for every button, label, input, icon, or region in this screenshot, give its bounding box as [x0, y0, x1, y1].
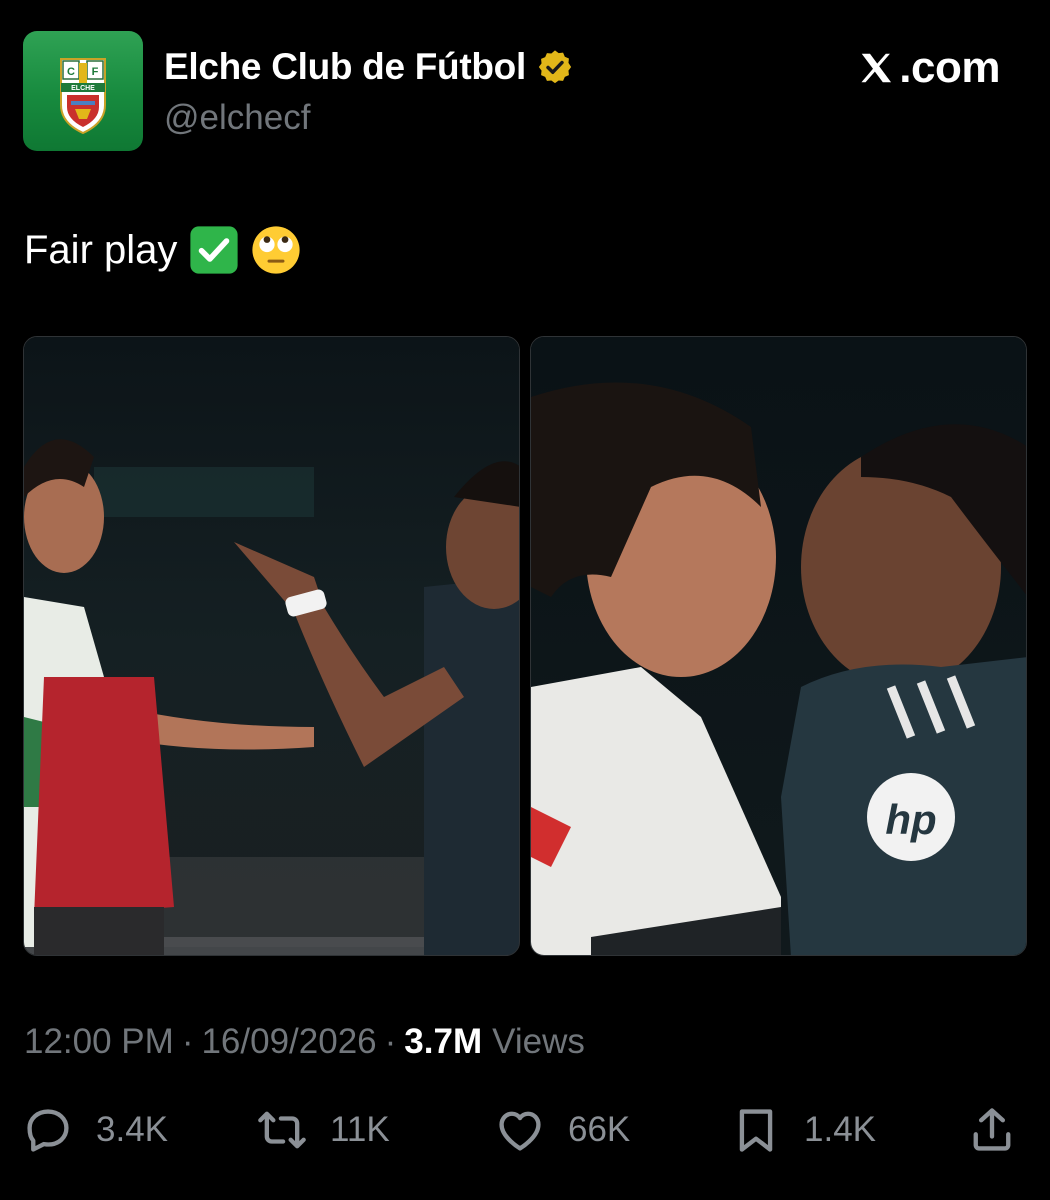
reply-count: 3.4K	[96, 1110, 168, 1149]
x-brand: .com	[857, 40, 1000, 96]
user-handle[interactable]: @elchecf	[164, 98, 310, 138]
elche-crest-icon: C F ELCHE	[60, 58, 106, 135]
tweet-text: Fair play	[24, 220, 301, 280]
x-logo-icon	[861, 53, 892, 83]
meta-separator-2: ·	[384, 1022, 397, 1061]
bookmark-icon	[739, 1109, 773, 1152]
bookmark-button[interactable]: 1.4K	[730, 1100, 876, 1160]
tweet-date[interactable]: 16/09/2026	[201, 1022, 376, 1062]
tweet-photo-1[interactable]	[23, 336, 520, 956]
svg-text:hp: hp	[885, 796, 936, 843]
bookmark-count: 1.4K	[804, 1110, 876, 1149]
views-count: 3.7M	[404, 1022, 483, 1061]
display-name-row: Elche Club de Fútbol	[164, 44, 574, 90]
repost-count: 11K	[330, 1110, 390, 1149]
check-mark-button-emoji	[190, 226, 239, 274]
repost-icon	[258, 1111, 306, 1149]
photo-players-arguing-image	[24, 337, 519, 955]
share-button[interactable]	[966, 1100, 1018, 1160]
tweet-photo-2[interactable]: hp	[530, 336, 1027, 956]
reply-button[interactable]: 3.4K	[22, 1100, 168, 1160]
tweet-meta: 12:00 PM · 16/09/2026 · 3.7M Views	[24, 1018, 585, 1066]
reply-icon	[27, 1109, 69, 1152]
meta-separator-1: ·	[181, 1022, 194, 1061]
brand-domain-text: .com	[899, 43, 1000, 92]
profile-avatar[interactable]: C F ELCHE	[23, 31, 143, 151]
tweet-time[interactable]: 12:00 PM	[24, 1022, 174, 1062]
like-button[interactable]: 66K	[494, 1100, 630, 1160]
share-icon	[973, 1108, 1011, 1151]
views-label: Views	[492, 1022, 585, 1061]
repost-button[interactable]: 11K	[256, 1100, 390, 1160]
verified-badge-icon	[538, 50, 572, 84]
face-with-rolling-eyes-emoji	[252, 226, 301, 274]
like-icon	[499, 1111, 541, 1151]
crest-letter-c: C	[67, 66, 75, 78]
crest-band-text: ELCHE	[71, 85, 95, 92]
photo-players-face-off-image: hp	[531, 337, 1026, 955]
crest-letter-f: F	[92, 66, 99, 78]
like-count: 66K	[568, 1110, 631, 1149]
display-name[interactable]: Elche Club de Fútbol	[164, 46, 526, 88]
tweet-text-body: Fair play	[24, 227, 178, 272]
